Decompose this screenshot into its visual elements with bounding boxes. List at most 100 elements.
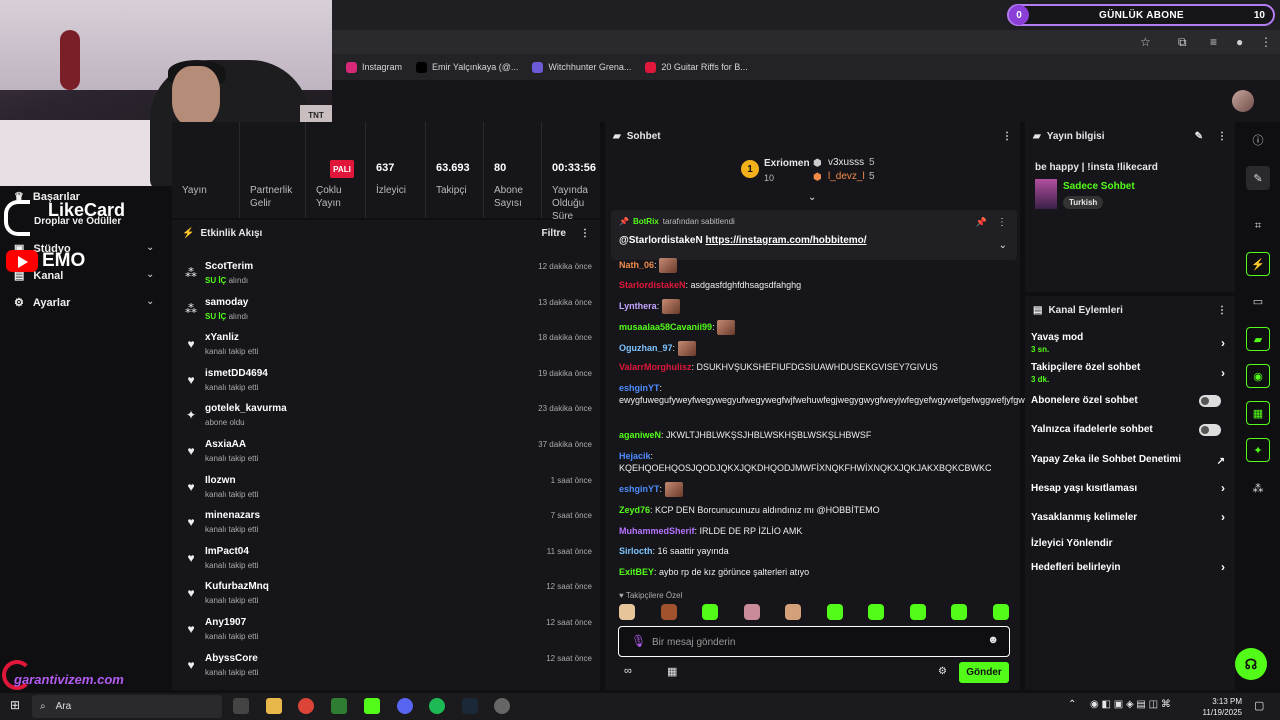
channel-action-item[interactable]: İzleyici Yönlendir	[1031, 538, 1229, 549]
activity-item[interactable]: ♥ Ilozwn kanalı takip etti 1 saat önce	[172, 472, 600, 506]
unpin-icon[interactable]: 📌	[976, 217, 987, 228]
notification-icon[interactable]: ▢	[1254, 699, 1264, 712]
edit-icon[interactable]: ✎	[1195, 131, 1203, 142]
gifter-name[interactable]: Exriomen	[764, 158, 810, 169]
pinned-by[interactable]: BotRix	[633, 217, 659, 226]
chat-username[interactable]: Nath_06	[619, 260, 654, 270]
gifter-name[interactable]: v3xusss	[828, 157, 864, 168]
activity-item[interactable]: ♥ KufurbazMnq kanalı takip etti 12 saat önc…	[172, 578, 600, 612]
chrome-icon[interactable]	[298, 698, 314, 714]
filter-button[interactable]: Filtre	[542, 228, 566, 239]
mic-icon[interactable]: 🎙	[631, 634, 646, 648]
emote-icon[interactable]	[826, 604, 843, 620]
activity-item[interactable]: ♥ AsxiaAA kanalı takip etti 37 dakika önce	[172, 436, 600, 470]
activity-item[interactable]: ♥ ImPact04 kanalı takip etti 11 saat önce	[172, 543, 600, 577]
chat-username[interactable]: StarlordistakeN	[619, 280, 686, 290]
info-icon[interactable]: ⓘ	[1246, 128, 1270, 152]
more-icon[interactable]: ⋮	[1217, 131, 1227, 142]
emote-icon[interactable]	[660, 604, 677, 620]
toggle-switch[interactable]	[1199, 424, 1221, 436]
chevron-down-icon[interactable]: ⌄	[146, 296, 154, 307]
bookmark-item[interactable]: Emir Yalçınkaya (@...	[416, 61, 518, 73]
star-icon[interactable]: ☆	[1140, 35, 1151, 49]
activity-item[interactable]: ♥ minenazars kanalı takip etti 7 saat önce	[172, 507, 600, 541]
chat-icon[interactable]: ▰	[1246, 327, 1270, 351]
bookmark-item[interactable]: 20 Guitar Riffs for B...	[645, 61, 748, 73]
emote-icon[interactable]	[992, 604, 1009, 620]
chat-username[interactable]: Hejacik	[619, 451, 651, 461]
chat-username[interactable]: Sirlocth	[619, 546, 653, 556]
steam-icon[interactable]	[462, 698, 478, 714]
obs-icon[interactable]	[494, 698, 510, 714]
chat-input[interactable]	[652, 634, 972, 650]
channel-action-item[interactable]: Takipçilere özel sohbet 3 dk. ›	[1031, 362, 1229, 384]
taskbar-search[interactable]: ⌕ Ara	[32, 695, 222, 718]
media-icon[interactable]: ≡	[1210, 35, 1217, 49]
broadcast-icon[interactable]: ◉	[1246, 364, 1270, 388]
document-icon[interactable]: ▭	[1246, 289, 1270, 313]
chevron-down-icon[interactable]: ⌄	[808, 192, 816, 203]
channel-action-item[interactable]: Yapay Zeka ile Sohbet Denetimi ↗	[1031, 454, 1229, 467]
chevron-right-icon[interactable]: ›	[1221, 366, 1225, 380]
edit-icon[interactable]: ✎	[1246, 166, 1270, 190]
tray-icon[interactable]: ◉ ◧ ▣ ◈ ▤ ◫ ⌘	[1090, 699, 1171, 710]
bookmark-item[interactable]: Witchhunter Grena...	[532, 61, 631, 73]
chevron-right-icon[interactable]: ›	[1221, 510, 1225, 524]
layout-icon[interactable]: ▦	[1246, 401, 1270, 425]
chat-username[interactable]: Oguzhan_97	[619, 343, 673, 353]
chat-username[interactable]: MuhammedSherif	[619, 526, 695, 536]
windows-icon[interactable]: ⊞	[10, 698, 20, 712]
channel-action-item[interactable]: Hesap yaşı kısıtlaması ›	[1031, 481, 1229, 495]
emote-icon[interactable]	[951, 604, 967, 620]
category-name[interactable]: Sadece Sohbet	[1063, 181, 1135, 192]
chat-username[interactable]: Lynthera	[619, 301, 657, 311]
kick-icon[interactable]	[364, 698, 380, 714]
chat-username[interactable]: Zeyd76	[619, 505, 650, 515]
channel-action-item[interactable]: Abonelere özel sohbet	[1031, 395, 1229, 407]
emote-icon[interactable]	[619, 604, 635, 620]
chat-input-box[interactable]: 🎙 ☻	[618, 626, 1010, 657]
chat-username[interactable]: aganiweN	[619, 430, 661, 440]
more-icon[interactable]: ⋮	[1217, 305, 1227, 316]
emote-icon[interactable]	[702, 604, 718, 620]
profile-icon[interactable]: ●	[1236, 35, 1243, 49]
chevron-down-icon[interactable]: ⌄	[146, 242, 154, 253]
activity-item[interactable]: ♥ AbyssCore kanalı takip etti 12 saat önce	[172, 650, 600, 684]
crop-icon[interactable]: ⌗	[1246, 214, 1270, 238]
activity-item[interactable]: ✦ gotelek_kavurma abone oldu 23 dakika önce	[172, 400, 600, 434]
activity-item[interactable]: ♥ xYanliz kanalı takip etti 18 dakika önce	[172, 329, 600, 363]
chat-username[interactable]: eshginYT	[619, 383, 660, 393]
discord-icon[interactable]	[397, 698, 413, 714]
emote-icon[interactable]	[743, 604, 760, 620]
chevron-down-icon[interactable]: ⌄	[999, 240, 1007, 251]
toggle-switch[interactable]	[1199, 395, 1221, 407]
more-icon[interactable]: ⋮	[1002, 131, 1012, 142]
chat-username[interactable]: ValarrMorghulisz	[619, 362, 692, 372]
channel-action-item[interactable]: Yavaş mod 3 sn. ›	[1031, 332, 1229, 354]
channel-action-item[interactable]: Yalnızca ifadelerle sohbet	[1031, 424, 1229, 436]
gifter-name[interactable]: l_devz_l	[828, 171, 865, 182]
help-icon[interactable]: ☊	[1235, 648, 1267, 680]
chat-username[interactable]: musaalaa58Cavanii99	[619, 322, 712, 332]
chat-username[interactable]: eshginYT	[619, 484, 660, 494]
activity-item[interactable]: ⁂ samoday SU İÇ alındı 13 dakika önce	[172, 294, 600, 328]
channel-action-item[interactable]: Hedefleri belirleyin ›	[1031, 560, 1229, 574]
chevron-right-icon[interactable]: ›	[1221, 336, 1225, 350]
emote-icon[interactable]	[868, 604, 884, 620]
activity-item[interactable]: ♥ ismetDD4694 kanalı takip etti 19 dakika ö…	[172, 365, 600, 399]
activity-item[interactable]: ♥ Any1907 kanalı takip etti 12 saat önce	[172, 614, 600, 648]
system-clock[interactable]: 3:13 PM 11/19/2025	[1203, 696, 1242, 718]
external-link-icon[interactable]: ↗	[1217, 456, 1225, 467]
nav-settings[interactable]: ⚙ Ayarlar	[14, 296, 70, 310]
task-view-icon[interactable]	[233, 698, 249, 714]
bookmark-item[interactable]: Instagram	[346, 61, 402, 73]
apps-icon[interactable]: ⁂	[1246, 476, 1270, 500]
extensions-icon[interactable]: ⧉	[1178, 35, 1187, 50]
chevron-right-icon[interactable]: ›	[1221, 560, 1225, 574]
infinity-icon[interactable]: ∞	[624, 665, 632, 677]
gear-icon[interactable]: ⚙	[938, 666, 947, 677]
bolt-icon[interactable]: ⚡	[1246, 252, 1270, 276]
send-button[interactable]: Gönder	[959, 662, 1009, 683]
chat-username[interactable]: ExitBEY	[619, 567, 654, 577]
menu-icon[interactable]: ⋮	[1260, 35, 1272, 49]
